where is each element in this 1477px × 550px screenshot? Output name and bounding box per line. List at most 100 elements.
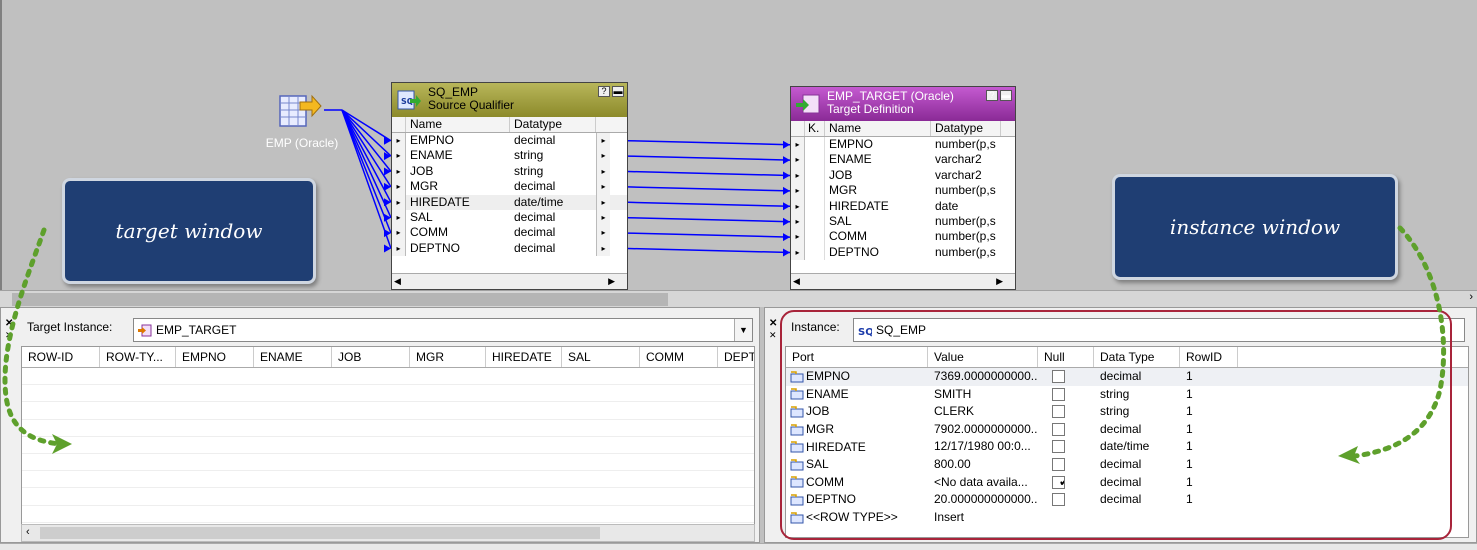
link-line[interactable] [627,155,791,161]
port-row[interactable]: ▸ EMPNO decimal ▸ [392,133,627,149]
port-output-arrow-icon[interactable]: ▸ [596,240,610,257]
port-name: COMM [410,225,448,240]
column-header[interactable]: MGR [410,347,486,367]
column-header[interactable]: HIREDATE [486,347,562,367]
port-row[interactable]: ▸ DEPTNO number(p,s [791,244,1015,261]
port-row[interactable]: ▸ DEPTNO decimal ▸ [392,240,627,257]
column-header[interactable]: DEPT [718,347,754,367]
port-output-arrow-icon[interactable]: ▸ [596,179,610,195]
port-row[interactable]: ▸ SAL decimal ▸ [392,209,627,226]
scroll-right-arrow-icon[interactable]: › [1469,291,1473,303]
column-header[interactable]: EMPNO [176,347,254,367]
qualifier-hscroll[interactable]: ◀ ▶ [392,273,627,289]
port-input-arrow-icon[interactable]: ▸ [392,179,406,195]
target-instance-panel: ✕ ✕ Target Instance: EMP_TARGET ▼ ROW-ID… [0,307,760,543]
link-line[interactable] [627,186,791,192]
port-input-arrow-icon[interactable]: ▸ [392,209,406,226]
port-row[interactable]: ▸ COMM decimal ▸ [392,225,627,241]
column-header[interactable]: ENAME [254,347,332,367]
target-grid-hscroll[interactable]: ‹ [21,524,755,542]
scroll-thumb[interactable] [12,293,668,306]
port-datatype: decimal [514,240,556,255]
close-icon[interactable]: ✕ [769,318,777,329]
port-output-arrow-icon[interactable]: ▸ [596,163,610,180]
port-input-arrow-icon[interactable]: ▸ [392,163,406,180]
col-name: Name [406,117,510,132]
empty-row [22,506,754,523]
link-line[interactable] [627,170,791,177]
pin-icon[interactable]: ✕ [5,330,13,341]
help-button[interactable]: ? [986,90,998,101]
port-input-arrow-icon[interactable]: ▸ [392,133,406,149]
scroll-thumb[interactable] [40,527,600,539]
port-row[interactable]: ▸ JOB string ▸ [392,163,627,180]
port-input-arrow-icon[interactable]: ▸ [791,167,805,184]
port-input-arrow-icon[interactable]: ▸ [791,198,805,214]
port-row[interactable]: ▸ HIREDATE date/time ▸ [392,194,627,210]
source-qualifier-icon: SQ [397,90,421,110]
close-icon[interactable]: ✕ [5,318,13,329]
port-input-arrow-icon[interactable]: ▸ [392,194,406,210]
port-row[interactable]: ▸ MGR decimal ▸ [392,179,627,195]
qualifier-titlebar[interactable]: SQ SQ_EMP Source Qualifier ? ▬ [392,83,627,117]
source-qualifier-box[interactable]: SQ SQ_EMP Source Qualifier ? ▬ Name Data… [391,82,628,290]
help-button[interactable]: ? [598,86,610,97]
column-header[interactable]: ROW-ID [22,347,100,367]
minimize-button[interactable]: ▬ [612,86,624,97]
port-input-arrow-icon[interactable]: ▸ [392,225,406,241]
port-row[interactable]: ▸ EMPNO number(p,s [791,137,1015,153]
scroll-left-arrow-icon[interactable]: ‹ [26,526,30,538]
port-name: MGR [410,179,438,194]
minimize-button[interactable]: ▬ [1000,90,1012,101]
target-titlebar[interactable]: EMP_TARGET (Oracle) Target Definition ? … [791,87,1015,121]
port-input-arrow-icon[interactable]: ▸ [791,137,805,153]
port-input-arrow-icon[interactable]: ▸ [392,240,406,257]
link-line[interactable] [627,247,791,254]
port-output-arrow-icon[interactable]: ▸ [596,209,610,226]
link-line[interactable] [627,232,791,238]
port-datatype: decimal [514,179,556,194]
link-line[interactable] [627,201,791,208]
port-input-arrow-icon[interactable]: ▸ [791,213,805,230]
port-datatype: number(p,s [935,244,996,259]
link-line[interactable] [341,109,392,249]
canvas-hscroll[interactable]: › [0,290,1477,307]
port-name: COMM [829,229,867,244]
pin-icon[interactable]: ✕ [769,330,777,341]
port-output-arrow-icon[interactable]: ▸ [596,225,610,241]
link-line[interactable] [627,216,791,223]
port-input-arrow-icon[interactable]: ▸ [791,183,805,199]
port-row[interactable]: ▸ JOB varchar2 [791,167,1015,184]
port-row[interactable]: ▸ ENAME string ▸ [392,148,627,164]
port-row[interactable]: ▸ HIREDATE date [791,198,1015,214]
port-input-arrow-icon[interactable]: ▸ [791,152,805,168]
link-line[interactable] [341,109,392,234]
empty-row [22,402,754,420]
port-input-arrow-icon[interactable]: ▸ [791,229,805,245]
target-definition-box[interactable]: EMP_TARGET (Oracle) Target Definition ? … [790,86,1016,290]
column-header[interactable]: ROW-TY... [100,347,176,367]
link-line[interactable] [341,109,392,203]
port-output-arrow-icon[interactable]: ▸ [596,133,610,149]
link-arrowhead [783,186,790,195]
port-row[interactable]: ▸ MGR number(p,s [791,183,1015,199]
port-row[interactable]: ▸ COMM number(p,s [791,229,1015,245]
target-instance-select[interactable]: EMP_TARGET ▼ [133,318,753,342]
target-hscroll[interactable]: ◀ ▶ [791,273,1015,289]
link-line[interactable] [627,139,791,146]
qualifier-subtitle: Source Qualifier [428,98,515,112]
port-output-arrow-icon[interactable]: ▸ [596,194,610,210]
port-input-arrow-icon[interactable]: ▸ [392,148,406,164]
mapping-canvas[interactable]: EMP (Oracle) SQ SQ_EMP Source Qualifier … [0,0,1477,290]
port-row[interactable]: ▸ SAL number(p,s [791,213,1015,230]
port-output-arrow-icon[interactable]: ▸ [596,148,610,164]
column-header[interactable]: JOB [332,347,410,367]
port-row[interactable]: ▸ ENAME varchar2 [791,152,1015,168]
port-input-arrow-icon[interactable]: ▸ [791,244,805,261]
source-table-icon[interactable] [278,88,322,130]
column-header[interactable]: SAL [562,347,640,367]
column-header[interactable]: COMM [640,347,718,367]
target-ports: ▸ EMPNO number(p,s ▸ ENAME varchar2 ▸ JOB varcha… [791,137,1015,261]
chevron-down-icon[interactable]: ▼ [734,319,752,341]
empty-row [22,488,754,506]
